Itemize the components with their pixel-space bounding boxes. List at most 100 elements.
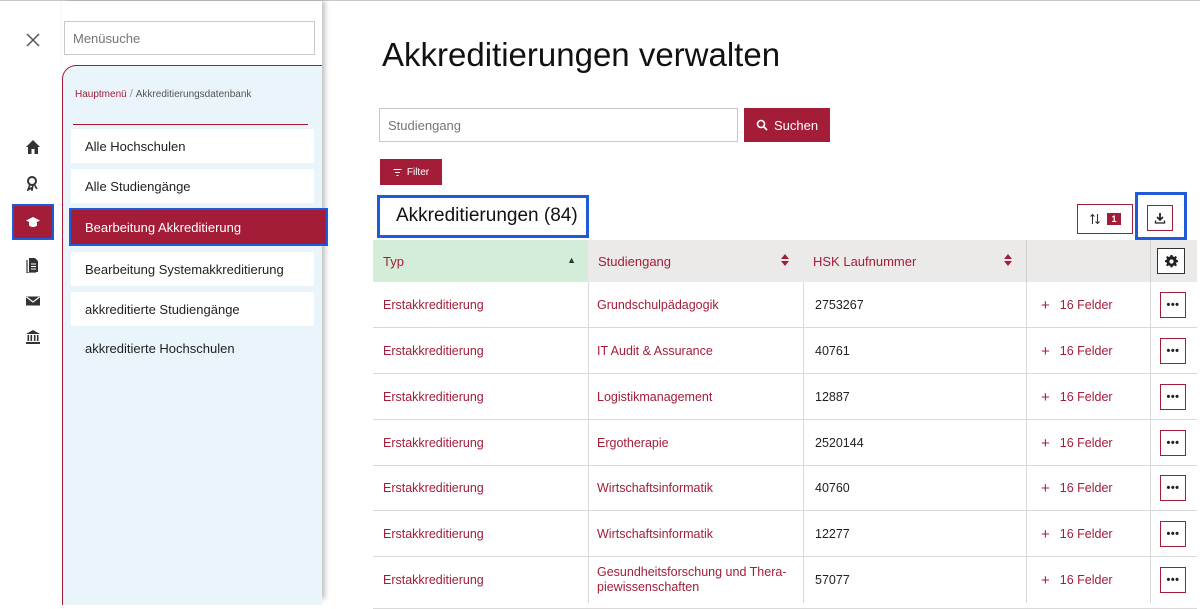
expand-fields-toggle[interactable]: +16 Felder xyxy=(1041,282,1113,328)
column-divider xyxy=(803,328,804,374)
column-divider xyxy=(1026,557,1027,603)
cell-hsk-laufnummer: 2753267 xyxy=(815,298,864,312)
table-row: Erstakkreditierung Grundschulpädagogik 275… xyxy=(373,282,1197,328)
expand-fields-toggle[interactable]: +16 Felder xyxy=(1041,557,1113,603)
expand-fields-toggle[interactable]: +16 Felder xyxy=(1041,420,1113,466)
row-actions-button[interactable]: ••• xyxy=(1160,338,1186,364)
column-divider xyxy=(1026,374,1027,420)
section-title: Akkreditierungen (84) xyxy=(377,195,589,238)
column-header-studiengang[interactable]: Studiengang xyxy=(588,240,803,282)
column-divider xyxy=(1026,282,1027,328)
more-icon: ••• xyxy=(1166,391,1180,403)
cell-studiengang-link[interactable]: Logistikmanagement xyxy=(597,374,797,420)
cell-studiengang-link[interactable]: Wirtschaftsinformatik xyxy=(597,465,797,511)
menu-item-alle-studiengaenge[interactable]: Alle Studiengänge xyxy=(71,169,314,203)
award-icon[interactable] xyxy=(12,165,54,201)
search-button[interactable]: Suchen xyxy=(744,108,830,142)
column-divider xyxy=(803,282,804,328)
page-title: Akkreditierungen verwalten xyxy=(382,36,781,73)
menu-item-bearbeitung-akkreditierung[interactable]: Bearbeitung Akkreditierung xyxy=(69,208,328,246)
cell-typ-link[interactable]: Erstakkreditierung xyxy=(383,420,484,466)
menu-item-alle-hochschulen[interactable]: Alle Hochschulen xyxy=(71,129,314,163)
cell-studiengang-link[interactable]: Grundschulpädagogik xyxy=(597,282,797,328)
column-divider xyxy=(588,374,589,420)
expand-fields-toggle[interactable]: +16 Felder xyxy=(1041,328,1113,374)
column-divider xyxy=(588,420,589,466)
menu-item-akkreditierte-hochschulen[interactable]: akkreditierte Hochschulen xyxy=(71,331,314,365)
download-button[interactable] xyxy=(1147,205,1173,231)
menu-item-bearbeitung-systemakkreditierung[interactable]: Bearbeitung Systemakkreditierung xyxy=(71,252,314,286)
column-divider xyxy=(588,557,589,603)
column-divider xyxy=(1150,465,1151,511)
cell-typ-link[interactable]: Erstakkreditierung xyxy=(383,465,484,511)
menu-panel: Hauptmenü / Akkreditierungsdatenbank Alle … xyxy=(62,65,328,605)
table-row: Erstakkreditierung Gesundheitsforschung u… xyxy=(373,557,1197,609)
column-divider xyxy=(1026,465,1027,511)
cell-studiengang-link[interactable]: Gesundheitsforschung und Thera-piewissen… xyxy=(597,557,797,603)
more-icon: ••• xyxy=(1166,437,1180,449)
breadcrumb-separator: / xyxy=(129,88,133,100)
column-header-hsk-laufnummer[interactable]: HSK Laufnummer xyxy=(803,240,1026,282)
filter-button[interactable]: Filter xyxy=(380,159,442,185)
sort-button[interactable]: 1 xyxy=(1077,204,1133,234)
fields-count-label: 16 Felder xyxy=(1059,344,1113,358)
search-button-label: Suchen xyxy=(773,117,819,133)
download-highlight xyxy=(1135,192,1187,240)
column-divider xyxy=(1150,374,1151,420)
cell-hsk-laufnummer: 40761 xyxy=(815,344,850,358)
column-divider xyxy=(803,374,804,420)
cell-typ-link[interactable]: Erstakkreditierung xyxy=(383,328,484,374)
home-icon[interactable] xyxy=(12,129,54,165)
breadcrumb-root-link[interactable]: Hauptmenü xyxy=(75,89,127,100)
document-icon[interactable] xyxy=(12,247,54,283)
more-icon: ••• xyxy=(1166,482,1180,494)
more-icon: ••• xyxy=(1166,345,1180,357)
cell-studiengang-link[interactable]: Wirtschaftsinformatik xyxy=(597,511,797,557)
row-actions-button[interactable]: ••• xyxy=(1160,292,1186,318)
menu-item-akkreditierte-studiengaenge[interactable]: akkreditierte Studiengänge xyxy=(71,292,314,326)
table-header: Typ ▲ Studiengang HSK Laufnummer xyxy=(373,240,1197,282)
row-actions-button[interactable]: ••• xyxy=(1160,430,1186,456)
column-header-studiengang-label: Studiengang xyxy=(598,253,672,269)
plus-icon: + xyxy=(1041,479,1050,497)
column-header-hsk-label: HSK Laufnummer xyxy=(813,253,917,269)
expand-fields-toggle[interactable]: +16 Felder xyxy=(1041,374,1113,420)
table-settings-button[interactable] xyxy=(1157,248,1185,274)
row-actions-button[interactable]: ••• xyxy=(1160,521,1186,547)
row-actions-button[interactable]: ••• xyxy=(1160,384,1186,410)
fields-count-label: 16 Felder xyxy=(1059,298,1113,312)
menu-search-input[interactable] xyxy=(64,21,315,55)
plus-icon: + xyxy=(1041,342,1050,360)
close-icon[interactable] xyxy=(22,29,44,51)
cell-typ-link[interactable]: Erstakkreditierung xyxy=(383,557,484,603)
cell-typ-link[interactable]: Erstakkreditierung xyxy=(383,374,484,420)
cell-typ-link[interactable]: Erstakkreditierung xyxy=(383,511,484,557)
column-divider xyxy=(803,465,804,511)
cell-typ-link[interactable]: Erstakkreditierung xyxy=(383,282,484,328)
expand-fields-toggle[interactable]: +16 Felder xyxy=(1041,465,1113,511)
fields-count-label: 16 Felder xyxy=(1059,390,1113,404)
column-divider xyxy=(803,557,804,603)
cell-studiengang-link[interactable]: IT Audit & Assurance xyxy=(597,328,797,374)
more-icon: ••• xyxy=(1166,574,1180,586)
envelope-icon[interactable] xyxy=(12,283,54,319)
plus-icon: + xyxy=(1041,296,1050,314)
row-actions-button[interactable]: ••• xyxy=(1160,567,1186,593)
row-actions-button[interactable]: ••• xyxy=(1160,475,1186,501)
fields-count-label: 16 Felder xyxy=(1059,481,1113,495)
more-icon: ••• xyxy=(1166,528,1180,540)
fields-count-label: 16 Felder xyxy=(1059,527,1113,541)
search-input[interactable] xyxy=(379,108,738,142)
column-header-typ[interactable]: Typ ▲ xyxy=(373,240,588,282)
column-divider xyxy=(1026,240,1027,282)
column-divider xyxy=(1150,557,1151,603)
institution-icon[interactable] xyxy=(12,319,54,355)
column-divider xyxy=(803,511,804,557)
cell-studiengang-link[interactable]: Ergotherapie xyxy=(597,420,797,466)
column-divider xyxy=(588,328,589,374)
graduation-cap-icon[interactable] xyxy=(12,204,54,240)
plus-icon: + xyxy=(1041,571,1050,589)
expand-fields-toggle[interactable]: +16 Felder xyxy=(1041,511,1113,557)
table-row: Erstakkreditierung Logistikmanagement 1288… xyxy=(373,374,1197,420)
cell-hsk-laufnummer: 12277 xyxy=(815,527,850,541)
